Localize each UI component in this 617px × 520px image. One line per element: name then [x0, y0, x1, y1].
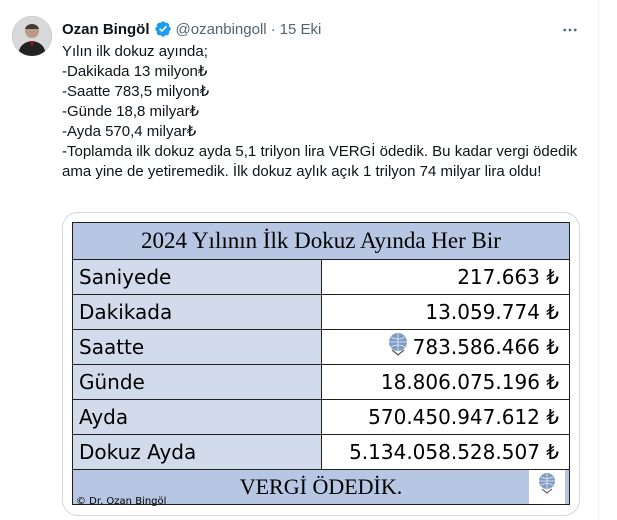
row-label: Günde — [72, 364, 322, 400]
row-value-text: 783.586.466 ₺ — [412, 335, 559, 359]
table-row: Dakikada 13.059.774 ₺ — [72, 294, 570, 330]
row-label: Dakikada — [72, 294, 322, 330]
table-row: Saatte 783.586.466 ₺ — [72, 329, 570, 365]
more-horizontal-icon[interactable] — [558, 18, 582, 42]
globe-logo-icon — [529, 470, 565, 504]
globe-logo-icon — [388, 333, 407, 356]
row-value: 18.806.075.196 ₺ — [320, 364, 570, 400]
header-separator: · — [270, 20, 276, 38]
tweet-text-line: -Toplamda ilk dokuz ayda 5,1 trilyon lir… — [62, 143, 582, 180]
row-value: 217.663 ₺ — [320, 259, 570, 295]
tweet-image[interactable]: 2024 Yılının İlk Dokuz Ayında Her Bir Sa… — [62, 212, 580, 516]
tweet-text-line: -Günde 18,8 milyar₺ — [62, 103, 200, 120]
table-row: Saniyede 217.663 ₺ — [72, 259, 570, 295]
row-value: 570.450.947.612 ₺ — [320, 399, 570, 435]
tweet-text-line: -Saatte 783,5 milyon₺ — [62, 83, 210, 100]
tweet-date[interactable]: 15 Eki — [280, 21, 322, 38]
tax-table: 2024 Yılının İlk Dokuz Ayında Her Bir Sa… — [72, 222, 570, 505]
table-title: 2024 Yılının İlk Dokuz Ayında Her Bir — [72, 222, 570, 260]
row-value-with-logo: 783.586.466 ₺ — [320, 329, 570, 365]
tweet-text: Yılın ilk dokuz ayında; -Dakikada 13 mil… — [62, 42, 582, 182]
table-row: Günde 18.806.075.196 ₺ — [72, 364, 570, 400]
tweet-text-line: -Dakikada 13 milyon₺ — [62, 63, 208, 80]
verified-badge-icon — [154, 20, 172, 38]
tweet-text-line: -Ayda 570,4 milyar₺ — [62, 123, 197, 140]
avatar-image — [12, 16, 52, 56]
row-label: Saatte — [72, 329, 322, 365]
copyright-text: © Dr. Ozan Bingöl — [76, 496, 167, 507]
tweet-header: Ozan Bingöl @ozanbingoll · 15 Eki — [62, 18, 321, 40]
row-label: Ayda — [72, 399, 322, 435]
author-name[interactable]: Ozan Bingöl — [62, 21, 150, 38]
row-value: 5.134.058.528.507 ₺ — [320, 434, 570, 470]
row-label: Dokuz Ayda — [72, 434, 322, 470]
avatar[interactable] — [12, 16, 52, 56]
author-handle[interactable]: @ozanbingoll — [176, 21, 267, 38]
table-footer-text: VERGİ ÖDEDİK. — [239, 474, 403, 499]
table-row: Dokuz Ayda 5.134.058.528.507 ₺ — [72, 434, 570, 470]
tweet-text-line: Yılın ilk dokuz ayında; — [62, 43, 208, 60]
table-row: Ayda 570.450.947.612 ₺ — [72, 399, 570, 435]
timeline-divider — [598, 0, 599, 520]
row-value: 13.059.774 ₺ — [320, 294, 570, 330]
row-label: Saniyede — [72, 259, 322, 295]
